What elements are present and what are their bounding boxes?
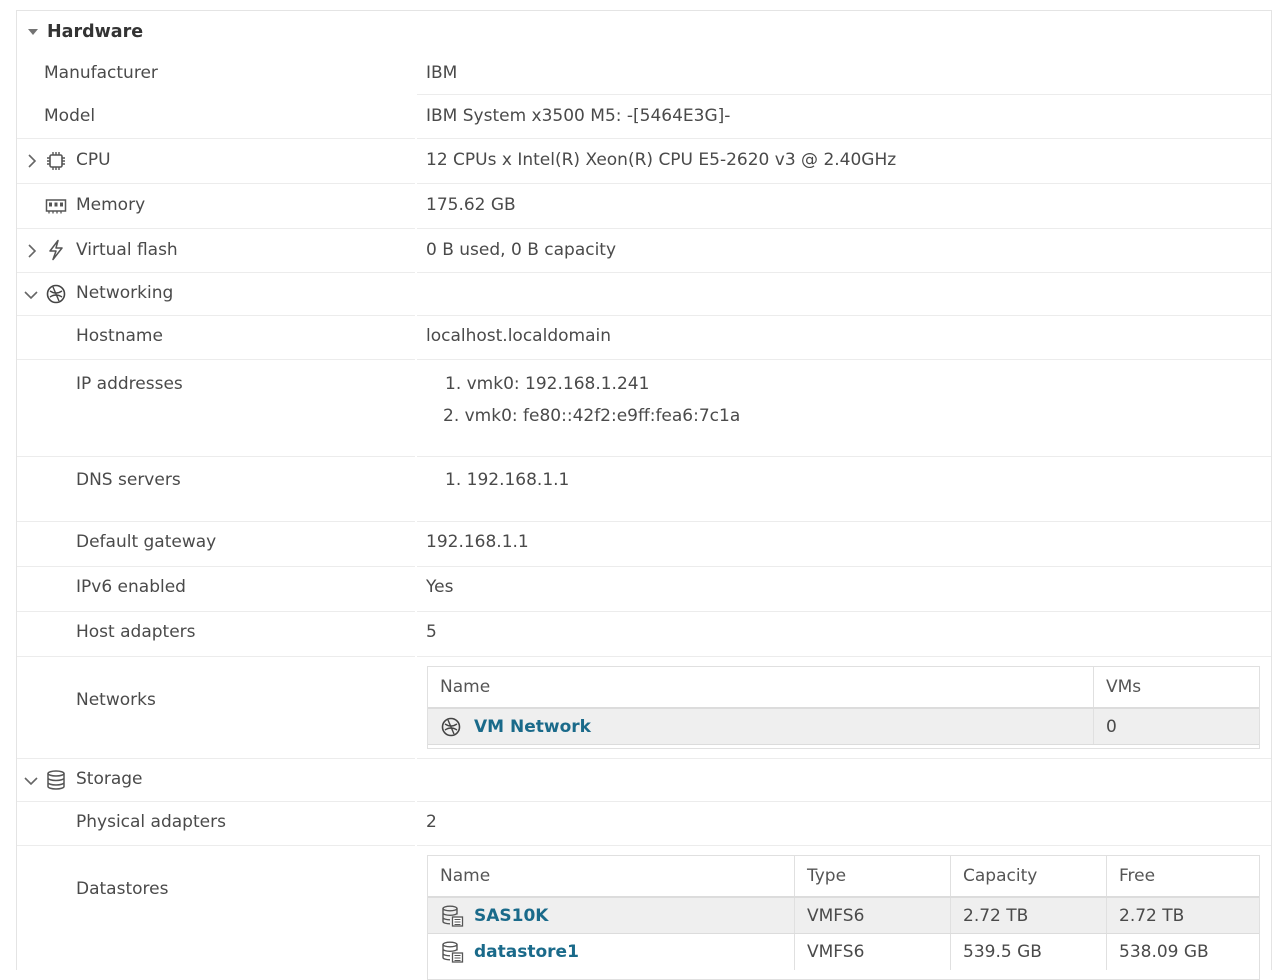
section-title: Hardware bbox=[47, 22, 144, 42]
label-host-adapters: Host adapters bbox=[76, 622, 196, 642]
network-icon bbox=[441, 717, 461, 736]
row-hostname: Hostname localhost.localdomain bbox=[17, 316, 1271, 360]
cell-capacity: 539.5 GB bbox=[950, 934, 1106, 970]
column-header-name[interactable]: Name bbox=[428, 856, 794, 896]
column-header-vms[interactable]: VMs bbox=[1093, 667, 1259, 707]
cell-vms: 0 bbox=[1093, 709, 1259, 744]
row-physical-adapters: Physical adapters 2 bbox=[17, 802, 1271, 846]
value-model: IBM System x3500 M5: -[5464E3G]- bbox=[426, 106, 731, 126]
value-memory: 175.62 GB bbox=[426, 195, 516, 215]
network-link[interactable]: VM Network bbox=[474, 717, 591, 737]
cell-capacity: 2.72 TB bbox=[950, 898, 1106, 933]
cell-free: 2.72 TB bbox=[1106, 898, 1259, 933]
row-networking: Networking bbox=[17, 273, 1271, 316]
label-storage: Storage bbox=[76, 769, 143, 789]
list-item: 1. 192.168.1.1 bbox=[445, 470, 570, 490]
datastore-icon bbox=[442, 941, 464, 963]
value-manufacturer: IBM bbox=[426, 63, 458, 83]
row-cpu: CPU 12 CPUs x Intel(R) Xeon(R) CPU E5-26… bbox=[17, 139, 1271, 184]
column-header-capacity[interactable]: Capacity bbox=[950, 856, 1106, 896]
column-header-type[interactable]: Type bbox=[794, 856, 950, 896]
column-header-name[interactable]: Name bbox=[428, 667, 1093, 707]
label-dns-servers: DNS servers bbox=[76, 470, 181, 490]
hardware-section-header[interactable]: Hardware bbox=[17, 11, 1271, 53]
label-default-gateway: Default gateway bbox=[76, 532, 217, 552]
label-model: Model bbox=[44, 106, 96, 126]
chevron-down-icon[interactable] bbox=[24, 774, 38, 788]
row-networks: Networks Name VMs VM Network 0 bbox=[17, 657, 1271, 759]
label-manufacturer: Manufacturer bbox=[44, 63, 158, 83]
storage-icon bbox=[47, 770, 65, 790]
label-cpu: CPU bbox=[76, 150, 111, 170]
row-model: Model IBM System x3500 M5: -[5464E3G]- bbox=[17, 95, 1271, 139]
row-ipv6-enabled: IPv6 enabled Yes bbox=[17, 567, 1271, 612]
hardware-panel: Hardware Manufacturer IBM Model IBM Syst… bbox=[16, 10, 1272, 980]
row-host-adapters: Host adapters 5 bbox=[17, 612, 1271, 657]
label-physical-adapters: Physical adapters bbox=[76, 812, 226, 832]
table-row[interactable]: SAS10K VMFS6 2.72 TB 2.72 TB bbox=[428, 898, 1259, 934]
column-header-free[interactable]: Free bbox=[1106, 856, 1259, 896]
datastore-icon bbox=[442, 905, 464, 927]
chevron-right-icon[interactable] bbox=[25, 244, 39, 258]
label-ipv6-enabled: IPv6 enabled bbox=[76, 577, 186, 597]
table-row[interactable]: VM Network 0 bbox=[428, 709, 1259, 745]
network-icon bbox=[46, 284, 66, 304]
datastore-link[interactable]: datastore1 bbox=[474, 942, 579, 962]
value-cpu: 12 CPUs x Intel(R) Xeon(R) CPU E5-2620 v… bbox=[426, 150, 897, 170]
row-ip-addresses: IP addresses 1. vmk0: 192.168.1.241 2. v… bbox=[17, 360, 1271, 457]
row-storage: Storage bbox=[17, 759, 1271, 802]
chip-icon bbox=[47, 152, 65, 170]
label-networking: Networking bbox=[76, 283, 174, 303]
value-hostname: localhost.localdomain bbox=[426, 326, 611, 346]
chevron-right-icon[interactable] bbox=[25, 154, 39, 168]
networks-grid: Name VMs VM Network 0 bbox=[427, 666, 1260, 749]
label-hostname: Hostname bbox=[76, 326, 163, 346]
cell-free: 538.09 GB bbox=[1106, 934, 1259, 970]
value-host-adapters: 5 bbox=[426, 622, 437, 642]
value-virtual-flash: 0 B used, 0 B capacity bbox=[426, 240, 617, 260]
cell-type: VMFS6 bbox=[794, 934, 950, 970]
list-item: 1. vmk0: 192.168.1.241 bbox=[445, 374, 650, 394]
value-default-gateway: 192.168.1.1 bbox=[426, 532, 529, 552]
networks-grid-header: Name VMs bbox=[428, 667, 1259, 709]
datastores-grid-header: Name Type Capacity Free bbox=[428, 856, 1259, 898]
datastores-grid: Name Type Capacity Free SAS10K VMFS6 2.7… bbox=[427, 855, 1260, 980]
label-memory: Memory bbox=[76, 195, 146, 215]
label-virtual-flash: Virtual flash bbox=[76, 240, 178, 260]
list-item: 2. vmk0: fe80::42f2:e9ff:fea6:7c1a bbox=[443, 406, 741, 426]
value-physical-adapters: 2 bbox=[426, 812, 437, 832]
label-networks: Networks bbox=[76, 690, 156, 710]
label-ip-addresses: IP addresses bbox=[76, 374, 183, 394]
chevron-down-icon[interactable] bbox=[24, 288, 38, 302]
datastore-link[interactable]: SAS10K bbox=[474, 906, 548, 926]
memory-icon bbox=[45, 199, 67, 214]
value-ipv6-enabled: Yes bbox=[426, 577, 454, 597]
flash-icon bbox=[49, 239, 63, 261]
row-virtual-flash: Virtual flash 0 B used, 0 B capacity bbox=[17, 229, 1271, 273]
label-datastores: Datastores bbox=[76, 879, 169, 899]
row-default-gateway: Default gateway 192.168.1.1 bbox=[17, 522, 1271, 567]
caret-down-icon[interactable] bbox=[28, 29, 38, 35]
cell-type: VMFS6 bbox=[794, 898, 950, 933]
row-memory: Memory 175.62 GB bbox=[17, 184, 1271, 229]
row-dns-servers: DNS servers 1. 192.168.1.1 bbox=[17, 457, 1271, 522]
row-datastores: Datastores Name Type Capacity Free SAS10… bbox=[17, 846, 1271, 980]
table-row[interactable]: datastore1 VMFS6 539.5 GB 538.09 GB bbox=[428, 934, 1259, 970]
row-manufacturer: Manufacturer IBM bbox=[17, 53, 1271, 95]
